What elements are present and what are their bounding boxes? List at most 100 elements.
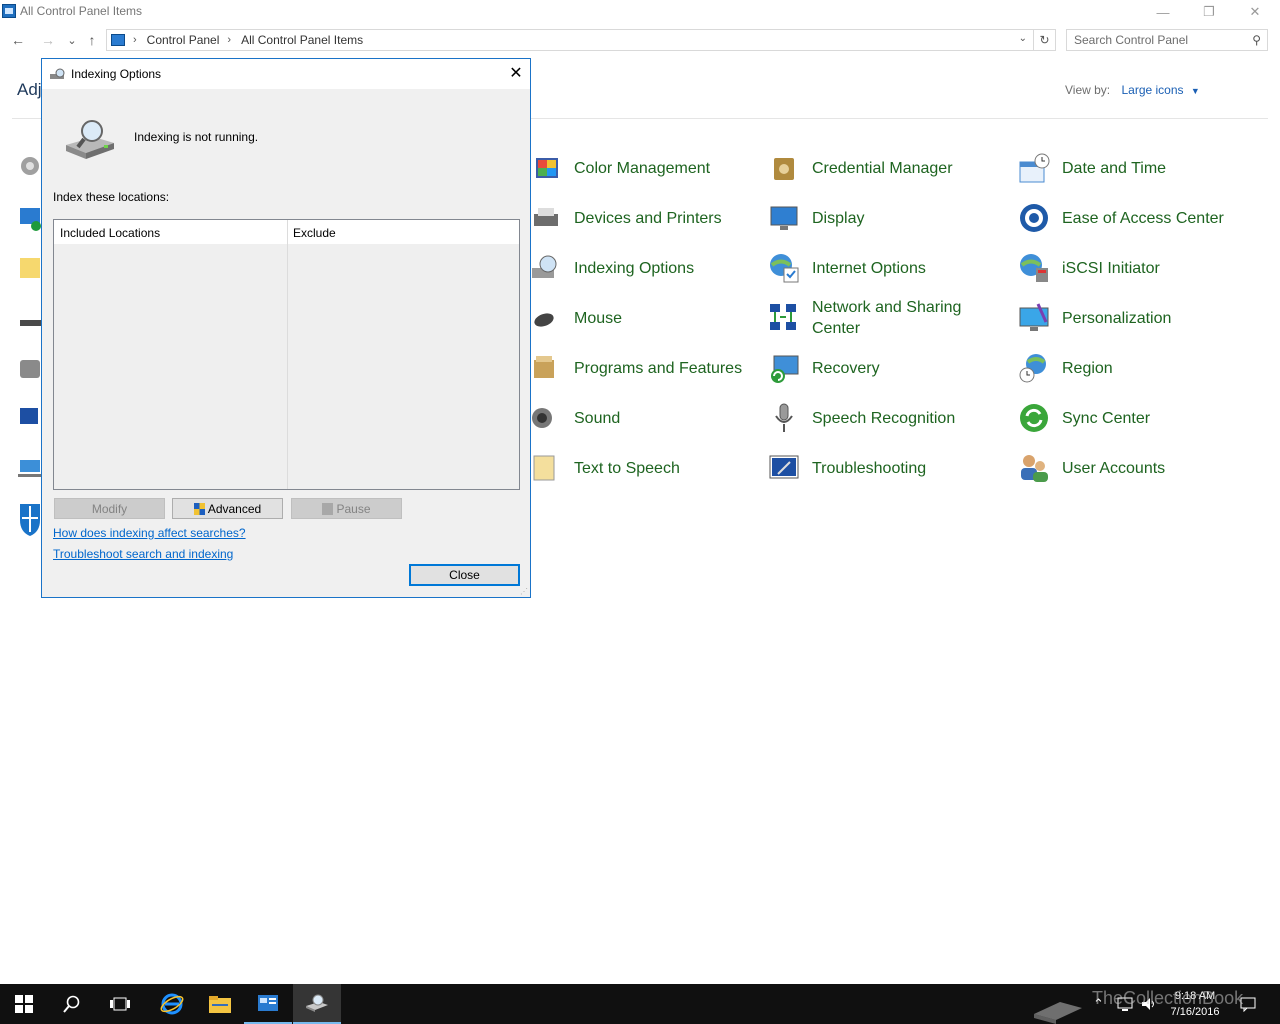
address-dropdown-icon[interactable]: ⌄ bbox=[1019, 33, 1027, 44]
item-sound[interactable]: Sound bbox=[530, 398, 744, 438]
close-window-button[interactable]: ✕ bbox=[1232, 0, 1278, 24]
back-arrow-icon[interactable]: ← bbox=[8, 30, 28, 50]
partial-item-icon[interactable] bbox=[18, 502, 42, 536]
item-mouse[interactable]: Mouse bbox=[530, 298, 744, 338]
minimize-button[interactable]: — bbox=[1140, 0, 1186, 24]
item-label: Text to Speech bbox=[574, 459, 680, 477]
search-box[interactable]: ⚲ bbox=[1066, 29, 1268, 51]
item-label: User Accounts bbox=[1062, 459, 1166, 477]
search-icon bbox=[63, 995, 80, 1013]
advanced-button[interactable]: Advanced bbox=[172, 498, 283, 519]
item-label: Recovery bbox=[812, 359, 880, 377]
breadcrumb-chevron-icon[interactable]: › bbox=[133, 34, 137, 46]
network-sharing-icon bbox=[768, 302, 800, 334]
file-explorer-button[interactable] bbox=[196, 984, 244, 1024]
item-ease-of-access-center[interactable]: Ease of Access Center bbox=[1018, 198, 1232, 238]
user-accounts-icon bbox=[1018, 452, 1050, 484]
breadcrumb-all-items[interactable]: All Control Panel Items bbox=[241, 33, 363, 47]
resize-grip-icon[interactable]: ⋰ bbox=[520, 587, 528, 596]
control-panel-taskbar-button[interactable] bbox=[244, 984, 292, 1024]
item-label: Network and Sharing Center bbox=[812, 299, 962, 337]
view-by-label: View by: bbox=[1065, 83, 1111, 97]
uac-shield-icon bbox=[322, 502, 334, 515]
column-divider[interactable] bbox=[287, 220, 288, 489]
locations-list[interactable]: Included Locations Exclude bbox=[53, 219, 520, 490]
indexing-help-link[interactable]: How does indexing affect searches? bbox=[53, 526, 246, 540]
item-network-and-sharing-center[interactable]: Network and Sharing Center bbox=[768, 298, 982, 338]
column-exclude[interactable]: Exclude bbox=[293, 226, 336, 240]
internet-explorer-button[interactable] bbox=[148, 984, 196, 1024]
personalization-icon bbox=[1018, 302, 1050, 334]
breadcrumb-chevron-icon[interactable]: › bbox=[227, 34, 231, 46]
item-region[interactable]: Region bbox=[1018, 348, 1232, 388]
file-explorer-icon bbox=[209, 996, 231, 1013]
task-view-icon bbox=[110, 997, 130, 1011]
indexing-options-taskbar-button[interactable] bbox=[293, 984, 341, 1024]
dialog-title-bar[interactable]: Indexing Options ✕ bbox=[42, 59, 530, 89]
partial-item-icon[interactable] bbox=[18, 204, 42, 232]
view-by-dropdown[interactable]: Large icons bbox=[1121, 83, 1183, 97]
item-label: Speech Recognition bbox=[812, 409, 956, 427]
search-icon[interactable]: ⚲ bbox=[1252, 33, 1261, 47]
search-input[interactable] bbox=[1067, 30, 1237, 50]
view-by-chevron-icon[interactable]: ▼ bbox=[1191, 86, 1200, 96]
partial-item-icon[interactable] bbox=[18, 152, 42, 180]
item-credential-manager[interactable]: Credential Manager bbox=[768, 148, 982, 188]
address-bar[interactable]: › Control Panel › All Control Panel Item… bbox=[106, 29, 1034, 51]
sync-center-icon bbox=[1018, 402, 1050, 434]
dialog-title: Indexing Options bbox=[71, 67, 162, 81]
item-date-and-time[interactable]: Date and Time bbox=[1018, 148, 1232, 188]
control-panel-app-icon bbox=[2, 4, 16, 18]
item-programs-and-features[interactable]: Programs and Features bbox=[530, 348, 744, 388]
item-color-management[interactable]: Color Management bbox=[530, 148, 744, 188]
credential-manager-icon bbox=[768, 152, 800, 184]
partial-item-icon[interactable] bbox=[18, 306, 42, 334]
partial-item-icon[interactable] bbox=[18, 354, 42, 382]
task-view-button[interactable] bbox=[96, 984, 144, 1024]
item-display[interactable]: Display bbox=[768, 198, 982, 238]
dialog-close-icon[interactable]: ✕ bbox=[502, 63, 530, 85]
watermark-text: TheCollectionBook bbox=[1092, 988, 1244, 1008]
item-personalization[interactable]: Personalization bbox=[1018, 298, 1232, 338]
item-user-accounts[interactable]: User Accounts bbox=[1018, 448, 1232, 488]
start-button[interactable] bbox=[0, 984, 48, 1024]
restore-button[interactable]: ❐ bbox=[1186, 0, 1232, 24]
item-devices-and-printers[interactable]: Devices and Printers bbox=[530, 198, 744, 238]
date-time-icon bbox=[1018, 152, 1050, 184]
text-to-speech-icon bbox=[530, 452, 562, 484]
modify-button[interactable]: Modify bbox=[54, 498, 165, 519]
troubleshoot-link[interactable]: Troubleshoot search and indexing bbox=[53, 547, 233, 561]
column-included-locations[interactable]: Included Locations bbox=[60, 226, 160, 240]
item-iscsi-initiator[interactable]: iSCSI Initiator bbox=[1018, 248, 1232, 288]
item-text-to-speech[interactable]: Text to Speech bbox=[530, 448, 744, 488]
item-label: Display bbox=[812, 209, 865, 227]
start-icon bbox=[15, 995, 33, 1013]
item-label: Programs and Features bbox=[574, 359, 743, 377]
forward-arrow-icon[interactable]: → bbox=[38, 30, 58, 50]
partial-item-icon[interactable] bbox=[18, 254, 42, 282]
uac-shield-icon bbox=[193, 502, 205, 515]
partial-item-icon[interactable] bbox=[18, 454, 42, 482]
item-label: Troubleshooting bbox=[812, 459, 927, 477]
item-troubleshooting[interactable]: Troubleshooting bbox=[768, 448, 982, 488]
display-icon bbox=[768, 202, 800, 234]
indexing-options-icon bbox=[530, 252, 562, 284]
partial-item-icon[interactable] bbox=[18, 404, 42, 432]
title-bar: All Control Panel Items — ❐ ✕ bbox=[0, 0, 1280, 24]
item-recovery[interactable]: Recovery bbox=[768, 348, 982, 388]
breadcrumb-control-panel[interactable]: Control Panel bbox=[147, 33, 220, 47]
search-button[interactable] bbox=[48, 984, 96, 1024]
up-arrow-icon[interactable]: ↑ bbox=[82, 30, 102, 50]
item-label: Ease of Access Center bbox=[1062, 209, 1224, 227]
pause-button-label: Pause bbox=[336, 501, 371, 516]
indexing-status-icon bbox=[64, 117, 116, 161]
close-button[interactable]: Close bbox=[409, 564, 520, 586]
refresh-icon[interactable]: ↻ bbox=[1034, 29, 1056, 51]
item-indexing-options[interactable]: Indexing Options bbox=[530, 248, 744, 288]
item-speech-recognition[interactable]: Speech Recognition bbox=[768, 398, 982, 438]
item-internet-options[interactable]: Internet Options bbox=[768, 248, 982, 288]
item-sync-center[interactable]: Sync Center bbox=[1018, 398, 1232, 438]
recent-locations-chevron-icon[interactable]: ⌄ bbox=[62, 30, 82, 50]
region-icon bbox=[1018, 352, 1050, 384]
pause-button[interactable]: Pause bbox=[291, 498, 402, 519]
